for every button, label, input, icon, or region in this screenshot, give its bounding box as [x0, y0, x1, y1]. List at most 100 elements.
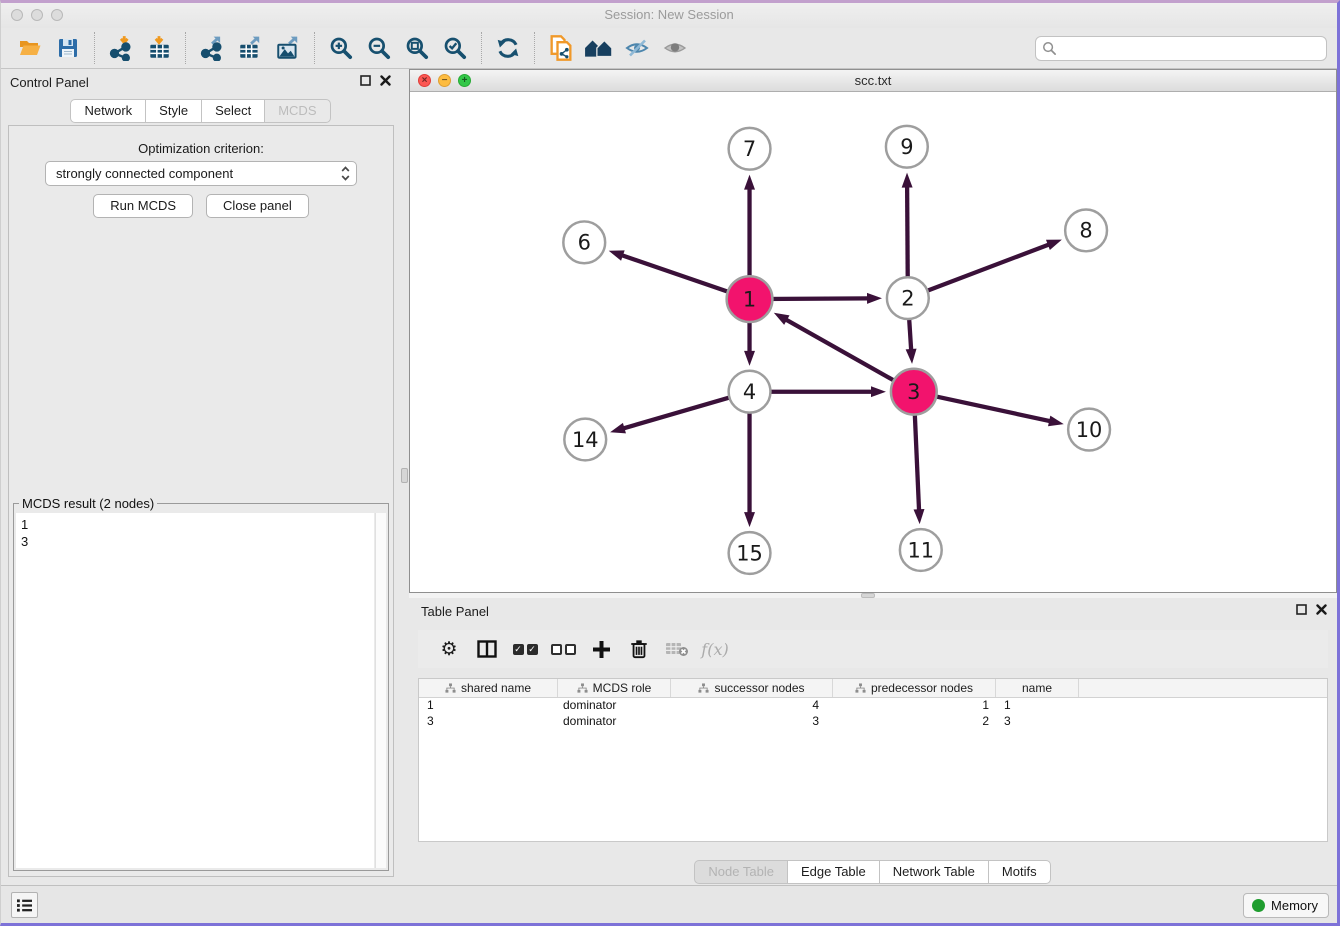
- mcds-result-title: MCDS result (2 nodes): [19, 496, 157, 511]
- export-network-button[interactable]: [193, 31, 231, 65]
- float-panel-icon[interactable]: [1296, 604, 1307, 615]
- chevron-up-down-icon: [341, 166, 350, 181]
- graph-edge-arrowhead: [914, 509, 925, 524]
- table-tabs: Node Table Edge Table Network Table Moti…: [409, 860, 1337, 884]
- network-canvas[interactable]: 7968124314101511: [410, 92, 1336, 592]
- tab-mcds[interactable]: MCDS: [264, 99, 330, 123]
- zoom-out-button[interactable]: [360, 31, 398, 65]
- window-controls[interactable]: [11, 9, 63, 21]
- show-columns-button[interactable]: [470, 634, 504, 664]
- search-input[interactable]: [1035, 36, 1327, 61]
- export-table-icon: [237, 35, 263, 61]
- graph-edge-arrowhead: [1048, 416, 1064, 427]
- run-mcds-button[interactable]: Run MCDS: [93, 194, 193, 218]
- splitter-handle[interactable]: [401, 468, 408, 483]
- zoom-fit-button[interactable]: [398, 31, 436, 65]
- export-network-icon: [199, 35, 225, 61]
- control-panel-title: Control Panel: [10, 75, 89, 90]
- tab-select[interactable]: Select: [201, 99, 265, 123]
- graph-edge-arrowhead: [902, 173, 913, 188]
- mcds-result-box: MCDS result (2 nodes) 1 3: [13, 496, 389, 871]
- unchecked-boxes-icon: [551, 644, 576, 655]
- eye-icon: [661, 36, 689, 60]
- tab-motifs[interactable]: Motifs: [988, 860, 1051, 884]
- close-panel-icon[interactable]: [1316, 604, 1327, 615]
- close-window-icon[interactable]: [11, 9, 23, 21]
- hide-annotations-button[interactable]: [618, 31, 656, 65]
- control-panel: Control Panel Network Style Select MCDS …: [1, 69, 401, 885]
- toolbar-separator: [314, 32, 315, 64]
- select-all-rows-button[interactable]: ✓✓: [508, 634, 542, 664]
- function-builder-button-disabled: f(x): [698, 634, 732, 664]
- table-row[interactable]: 1 dominator 4 1 1: [419, 698, 1327, 714]
- close-panel-icon[interactable]: [380, 75, 391, 86]
- export-image-button[interactable]: [269, 31, 307, 65]
- toolbar-separator: [185, 32, 186, 64]
- save-session-button[interactable]: [49, 31, 87, 65]
- graph-node-label-4: 4: [743, 380, 756, 404]
- graph-node-label-3: 3: [907, 380, 920, 404]
- vertical-splitter[interactable]: [401, 69, 409, 885]
- tab-style[interactable]: Style: [145, 99, 202, 123]
- column-header-name[interactable]: name: [996, 679, 1079, 697]
- graph-edge-arrowhead: [774, 313, 790, 325]
- zoom-selected-button[interactable]: [436, 31, 474, 65]
- zoom-fit-icon: [404, 35, 430, 61]
- application-window: Session: New Session: [0, 0, 1340, 926]
- main-titlebar: Session: New Session: [1, 3, 1337, 28]
- graph-edge-arrowhead: [609, 250, 625, 260]
- zoom-in-button[interactable]: [322, 31, 360, 65]
- refresh-layout-button[interactable]: [489, 31, 527, 65]
- toolbar-separator: [481, 32, 482, 64]
- mcds-result-value: 1: [21, 516, 369, 533]
- graph-edge-arrowhead: [744, 175, 755, 190]
- mcds-result-list: 1 3: [16, 513, 374, 868]
- graph-node-label-7: 7: [743, 137, 756, 161]
- result-scrollbar[interactable]: [375, 513, 386, 868]
- zoom-in-icon: [328, 35, 354, 61]
- column-header-predecessor-nodes[interactable]: predecessor nodes: [833, 679, 996, 697]
- add-column-button[interactable]: [584, 634, 618, 664]
- copy-style-button[interactable]: [542, 31, 580, 65]
- tab-edge-table[interactable]: Edge Table: [787, 860, 880, 884]
- maximize-view-icon[interactable]: +: [458, 74, 471, 87]
- attribute-icon: [698, 683, 709, 694]
- table-settings-button[interactable]: ⚙: [432, 634, 466, 664]
- memory-button[interactable]: Memory: [1243, 893, 1329, 918]
- import-network-button[interactable]: [102, 31, 140, 65]
- deselect-all-rows-button[interactable]: [546, 634, 580, 664]
- home-view-button[interactable]: [580, 31, 618, 65]
- attribute-icon: [855, 683, 866, 694]
- graph-node-label-9: 9: [900, 135, 913, 159]
- graph-edge-2-8[interactable]: [908, 244, 1051, 298]
- close-view-icon[interactable]: ×: [418, 74, 431, 87]
- eye-slash-icon: [623, 36, 651, 60]
- column-header-mcds-role[interactable]: MCDS role: [558, 679, 671, 697]
- float-panel-icon[interactable]: [360, 75, 371, 86]
- optimization-criterion-select[interactable]: strongly connected component: [45, 161, 357, 186]
- task-history-button[interactable]: [11, 892, 38, 918]
- close-panel-button[interactable]: Close panel: [206, 194, 309, 218]
- checked-boxes-icon: ✓✓: [513, 644, 538, 655]
- table-toolbar: ⚙ ✓✓: [418, 630, 1328, 668]
- trash-icon: [629, 638, 649, 660]
- zoom-out-icon: [366, 35, 392, 61]
- minimize-window-icon[interactable]: [31, 9, 43, 21]
- tab-network[interactable]: Network: [70, 99, 146, 123]
- import-table-button[interactable]: [140, 31, 178, 65]
- column-header-shared-name[interactable]: shared name: [419, 679, 558, 697]
- graph-node-label-14: 14: [572, 428, 599, 452]
- minimize-view-icon[interactable]: −: [438, 74, 451, 87]
- network-view-window: × − + scc.txt 7968124314101511: [409, 69, 1337, 593]
- show-graphics-button[interactable]: [656, 31, 694, 65]
- refresh-icon: [495, 35, 521, 61]
- zoom-window-icon[interactable]: [51, 9, 63, 21]
- export-table-button[interactable]: [231, 31, 269, 65]
- open-session-button[interactable]: [11, 31, 49, 65]
- tab-network-table[interactable]: Network Table: [879, 860, 989, 884]
- column-header-successor-nodes[interactable]: successor nodes: [671, 679, 833, 697]
- table-row[interactable]: 3 dominator 3 2 3: [419, 714, 1327, 730]
- delete-column-button[interactable]: [622, 634, 656, 664]
- tab-node-table[interactable]: Node Table: [694, 860, 788, 884]
- search-icon: [1042, 41, 1057, 56]
